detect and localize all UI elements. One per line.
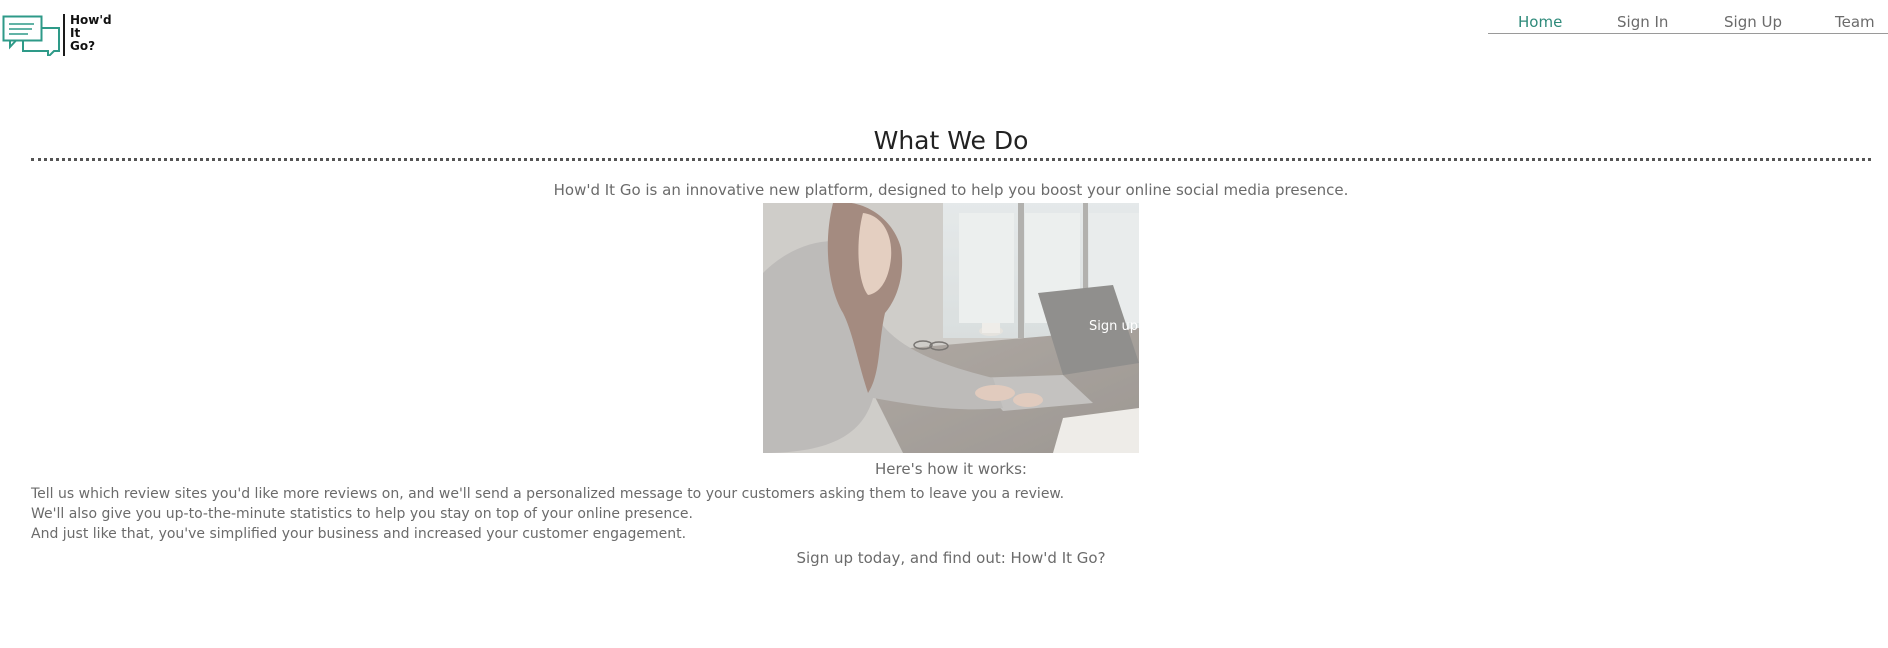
logo[interactable]: How'd It Go?: [2, 14, 112, 56]
how-it-works-steps: Tell us which review sites you'd like mo…: [31, 484, 1064, 544]
step-text: And just like that, you've simplified yo…: [31, 526, 687, 542]
page: How'd It Go? Home Sign In Sign Up Team W…: [0, 0, 1888, 648]
nav-sign-in-link[interactable]: Sign In: [1617, 13, 1668, 31]
nav-team-link[interactable]: Team: [1835, 13, 1875, 31]
how-it-works-heading: Here's how it works:: [875, 460, 1027, 478]
dotted-divider: [31, 158, 1871, 161]
step-text: Tell us which review sites you'd like mo…: [31, 486, 1065, 502]
hero-image: Sign up: [763, 203, 1139, 453]
hero-overlay: [763, 203, 1139, 453]
nav-home-link[interactable]: Home: [1518, 13, 1562, 31]
logo-line: Go?: [70, 39, 96, 53]
logo-divider: [63, 14, 65, 56]
main-nav: Home Sign In Sign Up Team: [1488, 12, 1888, 34]
page-title: What We Do: [873, 126, 1029, 155]
nav-sign-up-link[interactable]: Sign Up: [1724, 13, 1782, 31]
hero-sign-up-link[interactable]: Sign up: [1089, 319, 1138, 334]
speech-bubbles-icon: [2, 15, 60, 56]
intro-text: How'd It Go is an innovative new platfor…: [553, 181, 1349, 199]
step-text: We'll also give you up-to-the-minute sta…: [31, 506, 693, 522]
closing-text: Sign up today, and find out: How'd It Go…: [796, 549, 1106, 567]
logo-wordmark: How'd It Go?: [70, 14, 112, 53]
